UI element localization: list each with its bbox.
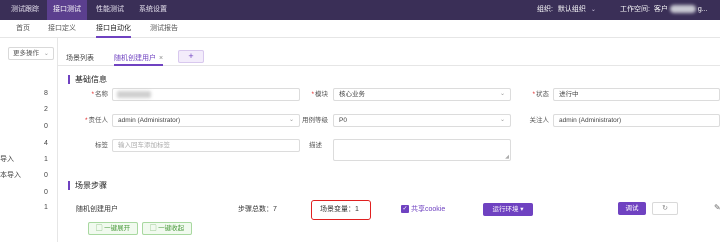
share-cookie-checkbox[interactable]: ✓ [401, 205, 409, 213]
tab-label: 随机创建用户 [114, 55, 156, 62]
tree-row[interactable]: 4 [0, 138, 58, 150]
case-level-value: P0 [339, 117, 347, 124]
description-textarea[interactable]: ◢ [333, 139, 511, 161]
tree-row-count: 2 [44, 106, 48, 113]
chevron-down-icon: ⌄ [499, 117, 505, 123]
name-input[interactable] [112, 88, 300, 101]
module-select[interactable]: 核心业务 ⌄ [333, 88, 511, 101]
section-title-steps: 场景步骤 [68, 181, 107, 190]
owner-value: admin (Administrator) [118, 117, 181, 124]
module-value: 核心业务 [339, 91, 365, 98]
case-level-select[interactable]: P0 ⌄ [333, 114, 511, 127]
run-environment-button[interactable]: 运行环境 ▾ [483, 203, 533, 216]
org-value: 默认组织 [557, 6, 586, 13]
status-select[interactable]: 进行中 [553, 88, 720, 101]
expand-all-button[interactable]: ▢ 一键展开 [88, 222, 138, 235]
chevron-down-icon: ⌄ [499, 91, 505, 97]
blurred-text [117, 91, 151, 98]
owner-label: *责任人 [84, 117, 108, 124]
workspace-suffix: g... [697, 6, 708, 13]
more-actions-button[interactable]: 更多操作 ⌄ [8, 47, 54, 60]
tree-row[interactable]: 2 [0, 104, 58, 116]
follower-value: admin (Administrator) [559, 117, 622, 124]
status-value: 进行中 [559, 91, 579, 98]
tree-row-count: 1 [44, 204, 48, 211]
tag-placeholder: 输入回车添加标签 [118, 142, 170, 149]
collapse-icon: ▢ [149, 225, 157, 232]
scenario-name: 随机创建用户 [76, 206, 118, 213]
tree-row[interactable]: 导入 1 [0, 154, 58, 166]
debug-button[interactable]: 调试 [618, 202, 646, 215]
description-label: 描述 [309, 142, 322, 149]
step-total: 步骤总数：7 [238, 206, 277, 213]
refresh-icon[interactable]: ↻ [652, 202, 678, 215]
follower-label: 关注人 [529, 117, 550, 124]
tree-row[interactable]: 本导入 0 [0, 170, 58, 182]
caret-down-icon: ▾ [520, 206, 524, 213]
subnav-api-automation[interactable]: 接口自动化 [96, 20, 131, 38]
tree-row-count: 8 [44, 90, 48, 97]
tree-row-count: 0 [44, 172, 48, 179]
top-navigation: 测试跟踪 接口测试 性能测试 系统设置 组织: 默认组织 ⌄ 工作空间: 客户 … [0, 0, 720, 20]
tree-row[interactable]: 1 [0, 202, 58, 214]
subnav-api-definition[interactable]: 接口定义 [48, 20, 76, 38]
org-selector[interactable]: 组织: 默认组织 ⌄ [537, 0, 596, 20]
sub-navigation: 首页 接口定义 接口自动化 测试报告 [0, 20, 720, 38]
chevron-down-icon: ⌄ [288, 117, 294, 123]
tree-row[interactable]: 8 [0, 88, 58, 100]
tree-row-count: 4 [44, 140, 48, 147]
nav-system-settings[interactable]: 系统设置 [133, 0, 173, 20]
run-environment-label: 运行环境 [492, 206, 519, 213]
workspace-selector[interactable]: 工作空间: 客户 g... [620, 0, 708, 20]
tag-input[interactable]: 输入回车添加标签 [112, 139, 300, 152]
tree-row-label: 本导入 [0, 172, 21, 179]
scenario-tab-bar: 场景列表 随机创建用户 × + [58, 48, 720, 66]
close-icon[interactable]: × [159, 55, 163, 62]
workspace-label: 工作空间: [620, 6, 650, 13]
tree-row-count: 0 [44, 123, 48, 130]
owner-select[interactable]: admin (Administrator) ⌄ [112, 114, 300, 127]
section-title-basic: 基础信息 [68, 75, 107, 84]
chevron-down-icon: ⌄ [43, 51, 49, 57]
name-label: *名称 [91, 91, 108, 98]
module-tree-panel: 更多操作 ⌄ 8 2 0 4 导入 1 本导入 0 0 1 [0, 38, 58, 242]
nav-api-test[interactable]: 接口测试 [47, 0, 87, 20]
nav-test-tracking[interactable]: 测试跟踪 [6, 0, 44, 20]
tag-label: 标签 [95, 142, 108, 149]
resize-handle-icon[interactable]: ◢ [505, 154, 509, 160]
tree-row-label: 导入 [0, 156, 14, 163]
add-tab-button[interactable]: + [178, 50, 204, 63]
scenario-steps-header: 随机创建用户 步骤总数：7 场景变量：1 ✓ 共享cookie 运行环境 ▾ 调… [58, 200, 720, 220]
nav-performance-test[interactable]: 性能测试 [91, 0, 129, 20]
tree-row-count: 0 [44, 189, 48, 196]
follower-select[interactable]: admin (Administrator) [553, 114, 720, 127]
subnav-home[interactable]: 首页 [16, 20, 30, 38]
expand-all-label: 一键展开 [104, 225, 131, 232]
collapse-all-label: 一键收起 [158, 225, 185, 232]
blurred-text [669, 5, 696, 14]
share-cookie-label: 共享cookie [411, 206, 446, 213]
collapse-all-button[interactable]: ▢ 一键收起 [142, 222, 192, 235]
expand-icon: ▢ [95, 225, 103, 232]
module-label: *模块 [311, 91, 328, 98]
tree-row[interactable]: 0 [0, 187, 58, 199]
tab-scenario-list[interactable]: 场景列表 [66, 51, 94, 66]
chevron-down-icon: ⌄ [590, 7, 596, 13]
workspace-value: 客户 [653, 6, 668, 13]
more-actions-label: 更多操作 [13, 50, 39, 57]
edit-icon[interactable]: ✎ [714, 203, 720, 212]
tree-row-count: 1 [44, 156, 48, 163]
status-label: *状态 [532, 91, 549, 98]
case-level-label: 用例等级 [302, 117, 328, 124]
org-label: 组织: [537, 6, 553, 13]
tab-random-create-user[interactable]: 随机创建用户 × [114, 51, 164, 66]
scenario-variables-link[interactable]: 场景变量：1 [320, 204, 359, 214]
subnav-test-report[interactable]: 测试报告 [150, 20, 178, 38]
tree-row[interactable]: 0 [0, 121, 58, 133]
